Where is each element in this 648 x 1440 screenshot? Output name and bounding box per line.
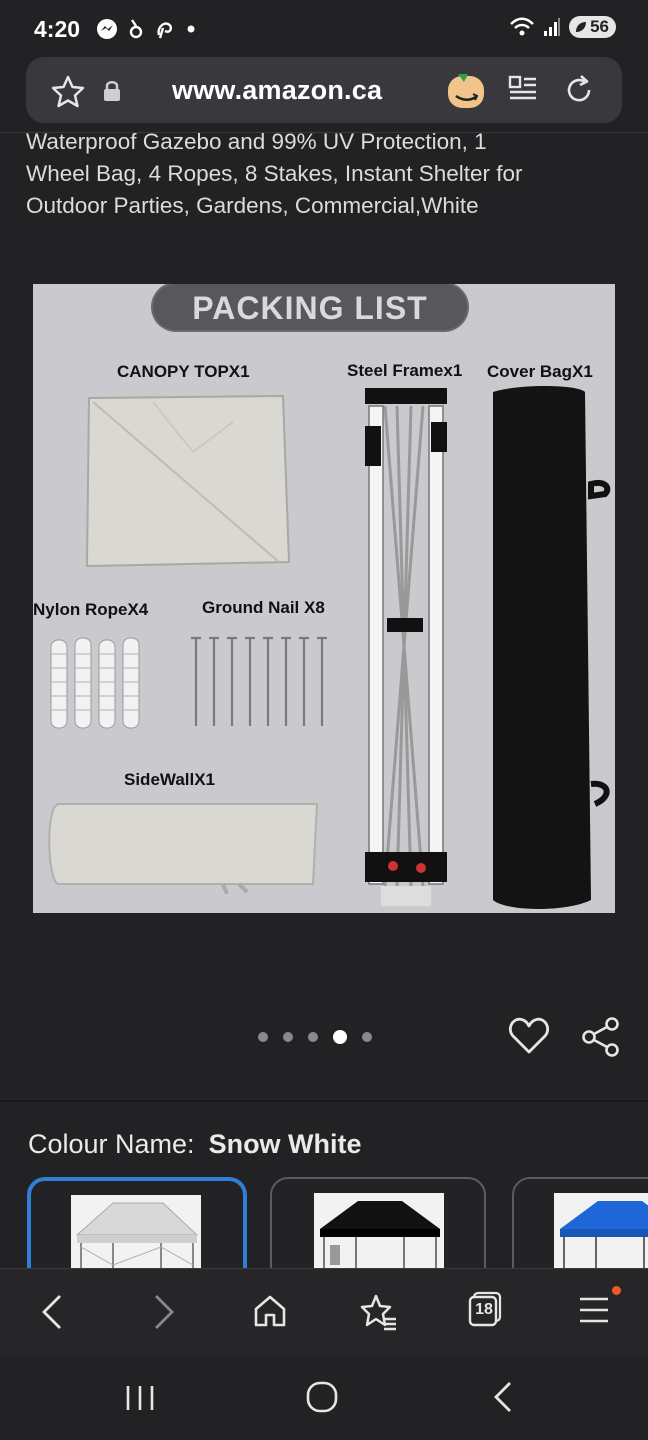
browser-bottom-toolbar: 18 <box>0 1268 648 1357</box>
bag-label: Cover BagX1 <box>487 362 593 381</box>
canopy-top-illustration <box>85 394 291 568</box>
tab-count: 18 <box>475 1301 493 1318</box>
threads-icon <box>129 19 143 39</box>
carousel-dot[interactable] <box>333 1030 347 1044</box>
battery-saver-icon <box>576 22 587 32</box>
tabs-button[interactable]: 18 <box>468 1291 502 1327</box>
carousel-dot[interactable] <box>308 1032 318 1042</box>
colour-name-row: Colour Name: Snow White <box>28 1129 362 1160</box>
steel-frame-illustration <box>365 388 447 906</box>
sidewall-illustration <box>48 803 319 894</box>
product-title-line: Outdoor Parties, Gardens, Commercial,Whi… <box>26 193 479 218</box>
battery-indicator: 56 <box>569 16 616 38</box>
reload-icon[interactable] <box>562 73 596 107</box>
canopy-label: CANOPY TOPX1 <box>117 362 250 381</box>
wishlist-heart-icon[interactable] <box>508 1016 550 1056</box>
rope-label: Nylon RopeX4 <box>33 600 149 619</box>
section-divider <box>0 1100 648 1102</box>
pinterest-icon <box>157 22 173 39</box>
amazon-extension-icon[interactable] <box>446 72 486 110</box>
home-circle-icon[interactable] <box>305 1380 339 1414</box>
bookmarks-icon[interactable] <box>358 1293 398 1331</box>
favorite-star-icon[interactable] <box>50 74 86 110</box>
home-icon[interactable] <box>252 1293 288 1329</box>
system-back-icon[interactable] <box>490 1381 516 1413</box>
packing-list-banner: PACKING LIST <box>153 284 467 330</box>
ground-nail-illustration <box>191 636 327 726</box>
menu-notification-dot <box>612 1286 621 1295</box>
messenger-icon <box>97 19 117 39</box>
sidewall-label: SideWallX1 <box>124 770 216 789</box>
colour-name-label: Colour Name: <box>28 1129 195 1159</box>
dot-icon <box>187 25 195 33</box>
share-icon[interactable] <box>580 1016 622 1058</box>
carousel-indicator <box>258 1030 372 1044</box>
frame-label: Steel Framex1 <box>347 361 463 380</box>
carousel-dot[interactable] <box>362 1032 372 1042</box>
status-time: 4:20 <box>34 16 81 42</box>
forward-icon[interactable] <box>150 1293 178 1331</box>
recents-icon[interactable] <box>125 1384 155 1412</box>
nylon-rope-illustration <box>50 637 140 729</box>
cover-bag-illustration <box>493 386 611 909</box>
packing-list-title: PACKING LIST <box>192 290 428 326</box>
android-navigation-bar <box>0 1356 648 1440</box>
nail-label: Ground Nail X8 <box>202 598 325 617</box>
reader-mode-icon[interactable] <box>508 75 538 105</box>
menu-icon[interactable] <box>578 1295 610 1325</box>
lock-icon[interactable] <box>102 79 122 103</box>
product-title-line: Wheel Bag, 4 Ropes, 8 Stakes, Instant Sh… <box>26 161 523 186</box>
product-title[interactable]: Waterproof Gazebo and 99% UV Protection,… <box>26 126 626 222</box>
product-image[interactable]: PACKING LIST CANOPY TOPX1 Steel Framex1 … <box>33 284 615 913</box>
battery-level: 56 <box>590 17 609 36</box>
status-bar: 4:20 56 <box>0 0 648 58</box>
address-bar[interactable]: www.amazon.ca <box>26 57 622 123</box>
colour-name-value: Snow White <box>208 1129 362 1159</box>
back-icon[interactable] <box>38 1293 66 1331</box>
signal-icon <box>544 18 561 36</box>
product-title-line: Waterproof Gazebo and 99% UV Protection,… <box>26 129 487 154</box>
wifi-icon <box>510 17 534 36</box>
carousel-dot[interactable] <box>283 1032 293 1042</box>
carousel-dot[interactable] <box>258 1032 268 1042</box>
url-text[interactable]: www.amazon.ca <box>172 75 382 106</box>
